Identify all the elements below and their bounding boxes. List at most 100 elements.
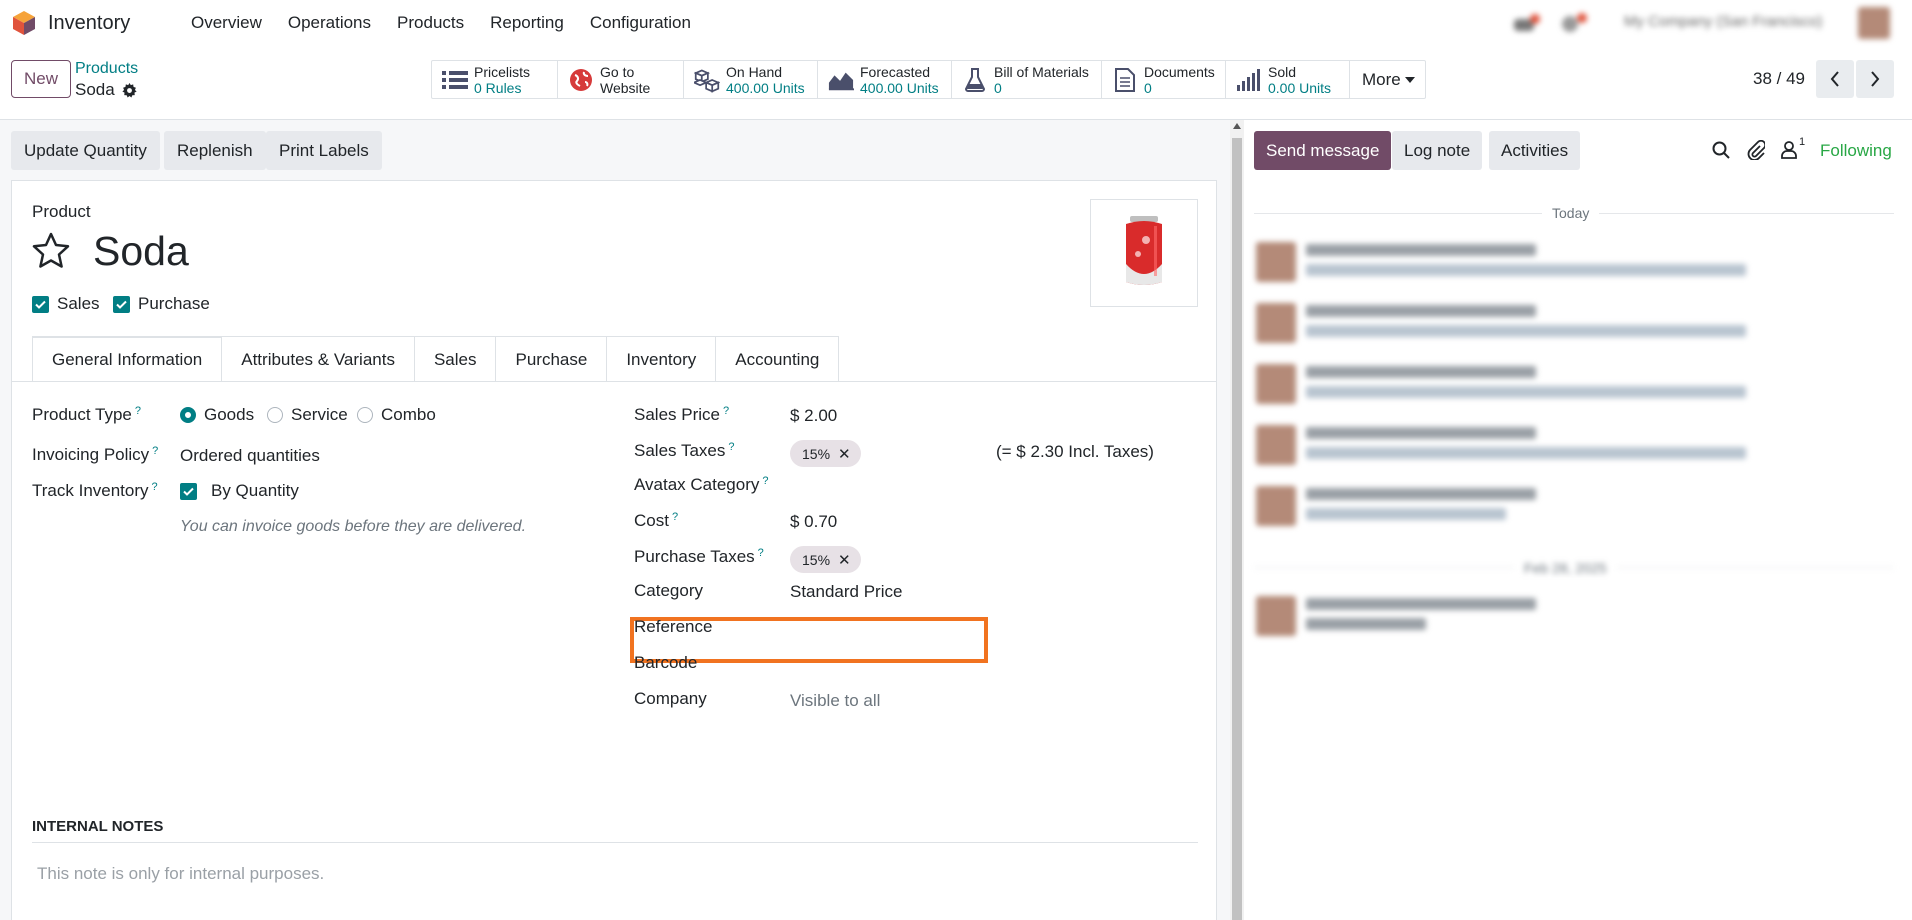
tab-accounting[interactable]: Accounting bbox=[715, 336, 840, 382]
chevron-left-icon bbox=[1830, 71, 1839, 87]
paperclip-icon[interactable] bbox=[1747, 140, 1765, 160]
internal-notes-divider bbox=[32, 842, 1198, 843]
company-switcher[interactable]: My Company (San Francisco) bbox=[1624, 13, 1822, 30]
can-be-sold-checkbox[interactable]: Sales bbox=[32, 294, 100, 314]
breadcrumb-parent[interactable]: Products bbox=[75, 60, 138, 78]
product-name-field[interactable]: Soda bbox=[93, 228, 189, 275]
scrollbar-thumb[interactable] bbox=[1232, 138, 1242, 920]
purchase-tax-tag[interactable]: 15% ✕ bbox=[790, 546, 861, 573]
favorite-star-icon[interactable] bbox=[31, 231, 71, 271]
author-avatar bbox=[1256, 486, 1296, 526]
search-icon[interactable] bbox=[1712, 141, 1730, 159]
category-field[interactable]: Standard Price bbox=[790, 582, 902, 602]
radio-selected-icon bbox=[180, 407, 196, 423]
area-chart-icon bbox=[828, 67, 854, 93]
smart-buttons: Pricelists 0 Rules Go to Website On Hand 40… bbox=[431, 60, 1426, 99]
more-label: More bbox=[1362, 69, 1401, 89]
tab-sales[interactable]: Sales bbox=[413, 336, 497, 382]
product-type-goods-radio[interactable]: Goods bbox=[180, 405, 254, 425]
menu-item-operations[interactable]: Operations bbox=[288, 13, 371, 33]
flask-icon bbox=[962, 67, 988, 93]
invoicing-policy-label: Invoicing Policy? bbox=[32, 445, 159, 464]
more-button[interactable]: More bbox=[1350, 61, 1425, 98]
tab-purchase[interactable]: Purchase bbox=[495, 336, 608, 382]
menu-item-overview[interactable]: Overview bbox=[191, 13, 262, 33]
product-type-service-radio[interactable]: Service bbox=[267, 405, 348, 425]
followers-user-icon[interactable] bbox=[1781, 141, 1797, 159]
purchase-taxes-label: Purchase Taxes? bbox=[634, 547, 764, 566]
new-button[interactable]: New bbox=[11, 60, 71, 98]
documents-button[interactable]: Documents 0 bbox=[1102, 61, 1226, 98]
author-avatar bbox=[1256, 303, 1296, 343]
forecasted-button[interactable]: Forecasted 400.00 Units bbox=[818, 61, 952, 98]
menu-item-products[interactable]: Products bbox=[397, 13, 464, 33]
internal-notes-field[interactable]: This note is only for internal purposes. bbox=[37, 864, 324, 884]
on-hand-value: 400.00 Units bbox=[726, 79, 805, 96]
message-item bbox=[1256, 425, 1896, 477]
breadcrumb-current: Soda bbox=[75, 80, 137, 100]
sold-button[interactable]: Sold 0.00 Units bbox=[1226, 61, 1350, 98]
track-inventory-checkbox[interactable]: By Quantity bbox=[180, 481, 299, 501]
chat-icon[interactable] bbox=[1512, 13, 1540, 33]
activity-clock-icon[interactable] bbox=[1560, 12, 1588, 34]
remove-tag-icon[interactable]: ✕ bbox=[838, 445, 851, 463]
bill-of-materials-button[interactable]: Bill of Materials 0 bbox=[952, 61, 1102, 98]
main-menu: Overview Operations Products Reporting C… bbox=[191, 13, 717, 33]
on-hand-title: On Hand bbox=[726, 63, 783, 80]
tab-attributes-variants[interactable]: Attributes & Variants bbox=[221, 336, 415, 382]
product-image[interactable] bbox=[1090, 199, 1198, 307]
product-type-combo-radio[interactable]: Combo bbox=[357, 405, 436, 425]
following-button[interactable]: Following bbox=[1820, 141, 1892, 161]
can-be-sold-label: Sales bbox=[57, 294, 100, 313]
pricelists-button[interactable]: Pricelists 0 Rules bbox=[432, 61, 558, 98]
older-date-label: Feb 28, 2025 bbox=[1514, 560, 1617, 576]
help-icon: ? bbox=[151, 481, 158, 493]
bill-of-materials-title: Bill of Materials bbox=[994, 63, 1089, 80]
replenish-button[interactable]: Replenish bbox=[164, 131, 266, 170]
pager-previous-button[interactable] bbox=[1816, 60, 1854, 98]
scroll-up-arrow-icon[interactable] bbox=[1233, 123, 1241, 129]
breadcrumb-current-label: Soda bbox=[75, 80, 115, 99]
message-item bbox=[1256, 596, 1896, 648]
tabs-divider bbox=[12, 381, 1216, 382]
can-be-purchased-label: Purchase bbox=[138, 294, 210, 313]
remove-tag-icon[interactable]: ✕ bbox=[838, 551, 851, 569]
log-note-button[interactable]: Log note bbox=[1392, 131, 1483, 170]
print-labels-button[interactable]: Print Labels bbox=[266, 131, 382, 170]
menu-item-reporting[interactable]: Reporting bbox=[490, 13, 564, 33]
track-inventory-value: By Quantity bbox=[211, 481, 299, 500]
sold-value: 0.00 Units bbox=[1268, 79, 1332, 96]
document-icon bbox=[1112, 67, 1138, 93]
inventory-app-icon[interactable] bbox=[12, 10, 36, 36]
sales-tax-tag[interactable]: 15% ✕ bbox=[790, 440, 861, 467]
product-type-goods-label: Goods bbox=[204, 405, 255, 424]
message-item bbox=[1256, 242, 1896, 294]
can-be-purchased-checkbox[interactable]: Purchase bbox=[113, 294, 210, 314]
soda-can-image bbox=[1126, 216, 1162, 285]
user-avatar[interactable] bbox=[1858, 7, 1890, 39]
update-quantity-button[interactable]: Update Quantity bbox=[11, 131, 160, 170]
menu-item-configuration[interactable]: Configuration bbox=[590, 13, 691, 33]
company-field[interactable]: Visible to all bbox=[790, 691, 880, 711]
tab-general-information[interactable]: General Information bbox=[32, 336, 223, 382]
gear-icon[interactable] bbox=[122, 82, 137, 98]
invoicing-policy-field[interactable]: Ordered quantities bbox=[180, 446, 320, 466]
on-hand-button[interactable]: On Hand 400.00 Units bbox=[684, 61, 818, 98]
form-scrollbar[interactable] bbox=[1230, 120, 1244, 920]
today-label: Today bbox=[1542, 205, 1600, 221]
go-to-website-title: Go to bbox=[600, 63, 635, 80]
send-message-button[interactable]: Send message bbox=[1254, 131, 1392, 170]
followers-count: 1 bbox=[1799, 136, 1806, 148]
sales-price-field[interactable]: $ 2.00 bbox=[790, 406, 837, 426]
pager-next-button[interactable] bbox=[1856, 60, 1894, 98]
pager-value[interactable]: 38 / 49 bbox=[1753, 69, 1805, 89]
tab-inventory[interactable]: Inventory bbox=[606, 336, 717, 382]
cost-label: Cost? bbox=[634, 511, 679, 530]
forecasted-value: 400.00 Units bbox=[860, 79, 939, 96]
author-avatar bbox=[1256, 596, 1296, 636]
message-item bbox=[1256, 303, 1896, 355]
app-name[interactable]: Inventory bbox=[48, 12, 130, 35]
go-to-website-button[interactable]: Go to Website bbox=[558, 61, 684, 98]
cost-field[interactable]: $ 0.70 bbox=[790, 512, 837, 532]
activities-button[interactable]: Activities bbox=[1489, 131, 1581, 170]
